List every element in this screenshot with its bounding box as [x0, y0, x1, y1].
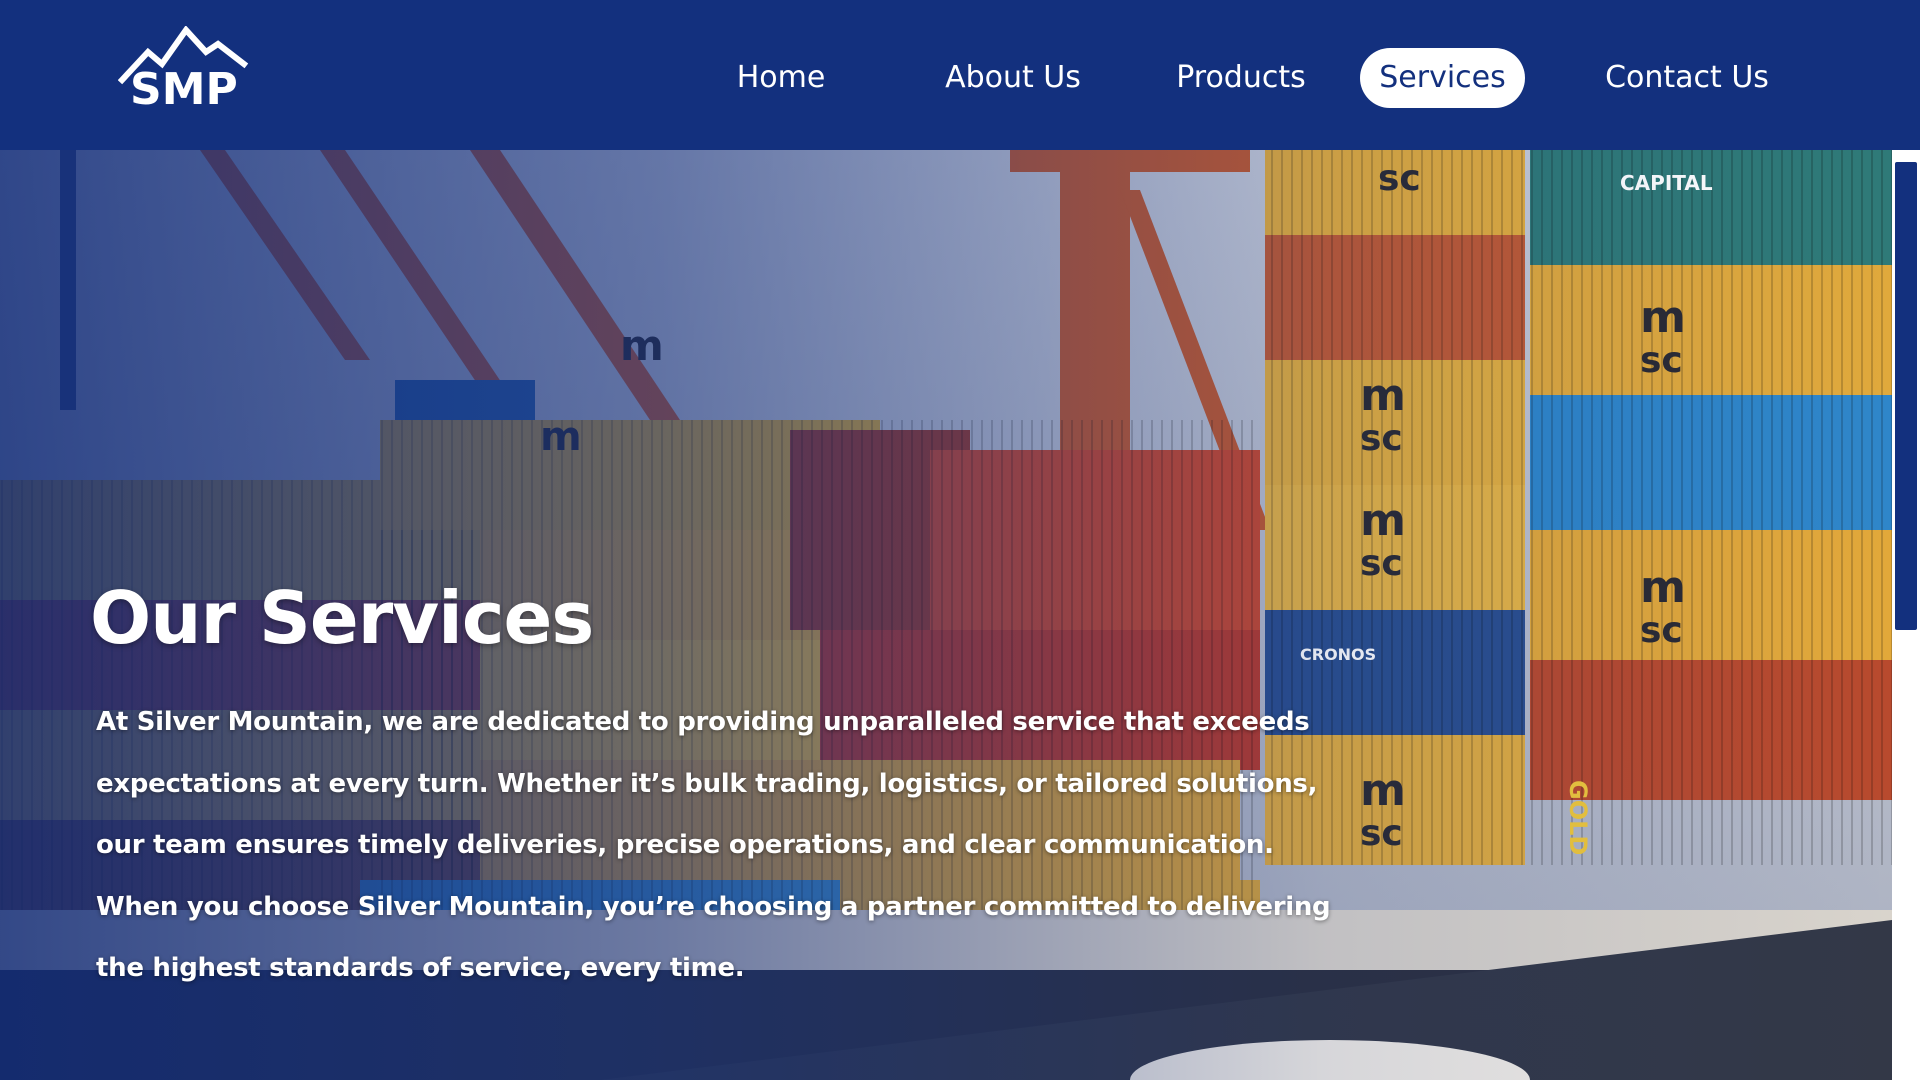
description-line: At Silver Mountain, we are dedicated to …	[96, 707, 1310, 737]
smp-logo[interactable]: SMP	[118, 26, 250, 118]
description-line: When you choose Silver Mountain, you’re …	[96, 891, 1331, 922]
nav-products[interactable]: Products	[1168, 48, 1314, 108]
services-description: At Silver Mountain, we are dedicated to …	[96, 692, 1331, 1000]
site-header: SMP Home About Us Products Services Cont…	[0, 0, 1920, 150]
nav-about-us[interactable]: About Us	[940, 48, 1086, 108]
nav-services[interactable]: Services	[1360, 48, 1525, 108]
page-title: Our Services	[90, 576, 594, 660]
nav-contact-us[interactable]: Contact Us	[1596, 48, 1778, 108]
scrollbar-thumb[interactable]	[1895, 162, 1917, 630]
description-line: the highest standards of service, every …	[96, 953, 745, 983]
logo-text: SMP	[130, 64, 238, 115]
page-scrollbar[interactable]	[1892, 150, 1920, 1080]
nav-home[interactable]: Home	[718, 48, 844, 108]
hero-section: sc m sc m sc m sc m sc m sc m m CAPITAL …	[0, 150, 1892, 1080]
description-line: our team ensures timely deliveries, prec…	[96, 830, 1274, 860]
description-line: expectations at every turn. Whether it’s…	[96, 768, 1318, 799]
